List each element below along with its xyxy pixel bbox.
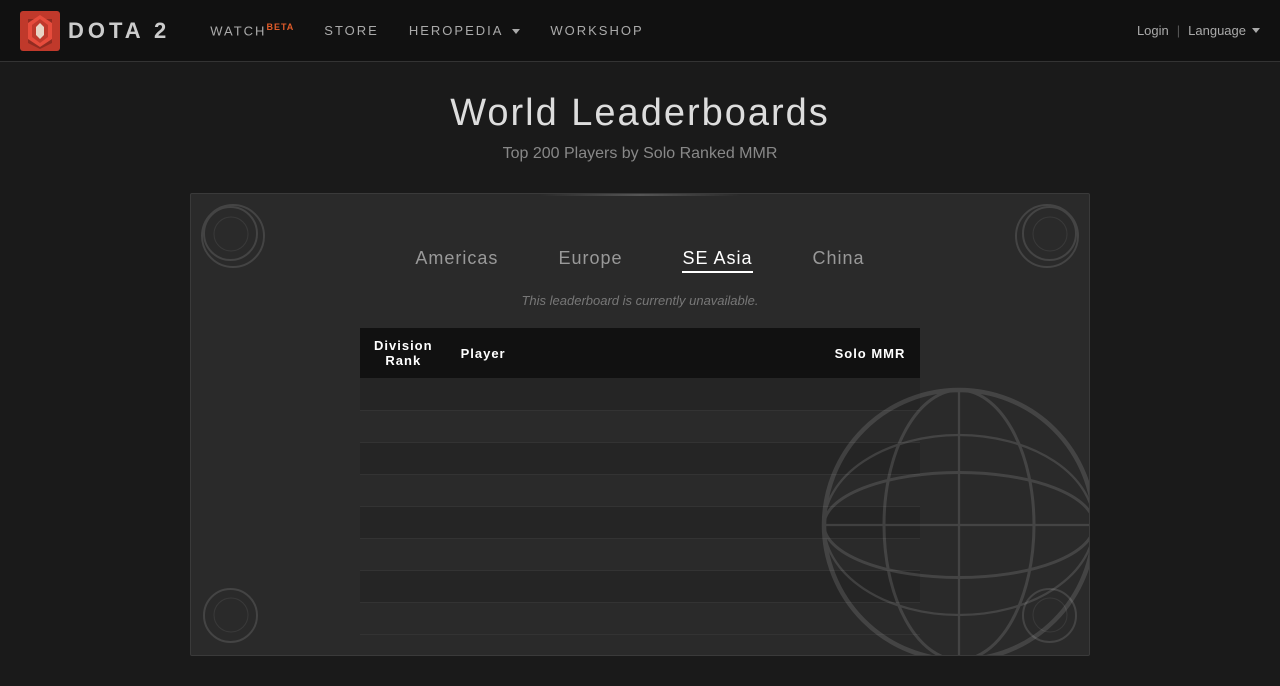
cell-player xyxy=(447,602,820,634)
cell-rank xyxy=(360,378,447,410)
heropedia-dropdown-icon xyxy=(512,29,520,34)
col-rank: DivisionRank xyxy=(360,328,447,378)
corner-ornament-tr xyxy=(1022,206,1077,261)
cell-mmr xyxy=(820,506,920,538)
cell-rank xyxy=(360,570,447,602)
nav-watch[interactable]: WATCHBETA xyxy=(210,22,294,38)
cell-rank xyxy=(360,410,447,442)
cell-mmr xyxy=(820,602,920,634)
cell-rank xyxy=(360,442,447,474)
top-decoration xyxy=(540,194,740,200)
login-link[interactable]: Login xyxy=(1137,23,1169,38)
logo-area[interactable]: DOTA 2 xyxy=(20,11,170,51)
table-row xyxy=(360,506,920,538)
nav-separator: | xyxy=(1177,23,1180,38)
tab-se-asia[interactable]: SE Asia xyxy=(682,244,752,273)
cell-player xyxy=(447,506,820,538)
cell-mmr xyxy=(820,442,920,474)
main-content: World Leaderboards Top 200 Players by So… xyxy=(0,62,1280,686)
cell-player xyxy=(447,442,820,474)
language-dropdown-icon xyxy=(1252,28,1260,33)
leaderboard-table: DivisionRank Player Solo MMR xyxy=(360,328,920,635)
cell-player xyxy=(447,378,820,410)
cell-player xyxy=(447,474,820,506)
table-header-row: DivisionRank Player Solo MMR xyxy=(360,328,920,378)
navbar: DOTA 2 WATCHBETA STORE HEROPEDIA WORKSHO… xyxy=(0,0,1280,62)
nav-right: Login | Language xyxy=(1137,23,1260,38)
cell-mmr xyxy=(820,410,920,442)
cell-player xyxy=(447,410,820,442)
cell-mmr xyxy=(820,378,920,410)
nav-heropedia[interactable]: HEROPEDIA xyxy=(409,23,520,38)
corner-ornament-br xyxy=(1022,588,1077,643)
col-mmr: Solo MMR xyxy=(820,328,920,378)
cell-mmr xyxy=(820,570,920,602)
tab-china[interactable]: China xyxy=(813,244,865,273)
tab-americas[interactable]: Americas xyxy=(415,244,498,273)
table-row xyxy=(360,378,920,410)
tab-europe[interactable]: Europe xyxy=(558,244,622,273)
cell-player xyxy=(447,538,820,570)
corner-ornament-bl xyxy=(203,588,258,643)
col-player: Player xyxy=(447,328,820,378)
nav-links: WATCHBETA STORE HEROPEDIA WORKSHOP xyxy=(210,22,1137,38)
table-row xyxy=(360,410,920,442)
table-row xyxy=(360,474,920,506)
cell-rank xyxy=(360,474,447,506)
cell-rank xyxy=(360,538,447,570)
table-row xyxy=(360,538,920,570)
cell-mmr xyxy=(820,538,920,570)
cell-rank xyxy=(360,506,447,538)
nav-store[interactable]: STORE xyxy=(324,23,379,38)
dota-logo-icon xyxy=(20,11,60,51)
leaderboard-panel: Americas Europe SE Asia China This leade… xyxy=(190,193,1090,656)
corner-ornament-tl xyxy=(203,206,258,261)
beta-badge: BETA xyxy=(266,22,294,32)
cell-player xyxy=(447,570,820,602)
page-title: World Leaderboards xyxy=(450,92,830,135)
table-row xyxy=(360,442,920,474)
language-selector[interactable]: Language xyxy=(1188,23,1260,38)
unavailable-message: This leaderboard is currently unavailabl… xyxy=(211,293,1069,308)
logo-text: DOTA 2 xyxy=(68,18,170,44)
leaderboard-tbody xyxy=(360,378,920,634)
table-row xyxy=(360,602,920,634)
page-subtitle: Top 200 Players by Solo Ranked MMR xyxy=(503,145,778,163)
cell-rank xyxy=(360,602,447,634)
region-tabs: Americas Europe SE Asia China xyxy=(211,244,1069,273)
table-row xyxy=(360,570,920,602)
cell-mmr xyxy=(820,474,920,506)
nav-workshop[interactable]: WORKSHOP xyxy=(550,23,643,38)
